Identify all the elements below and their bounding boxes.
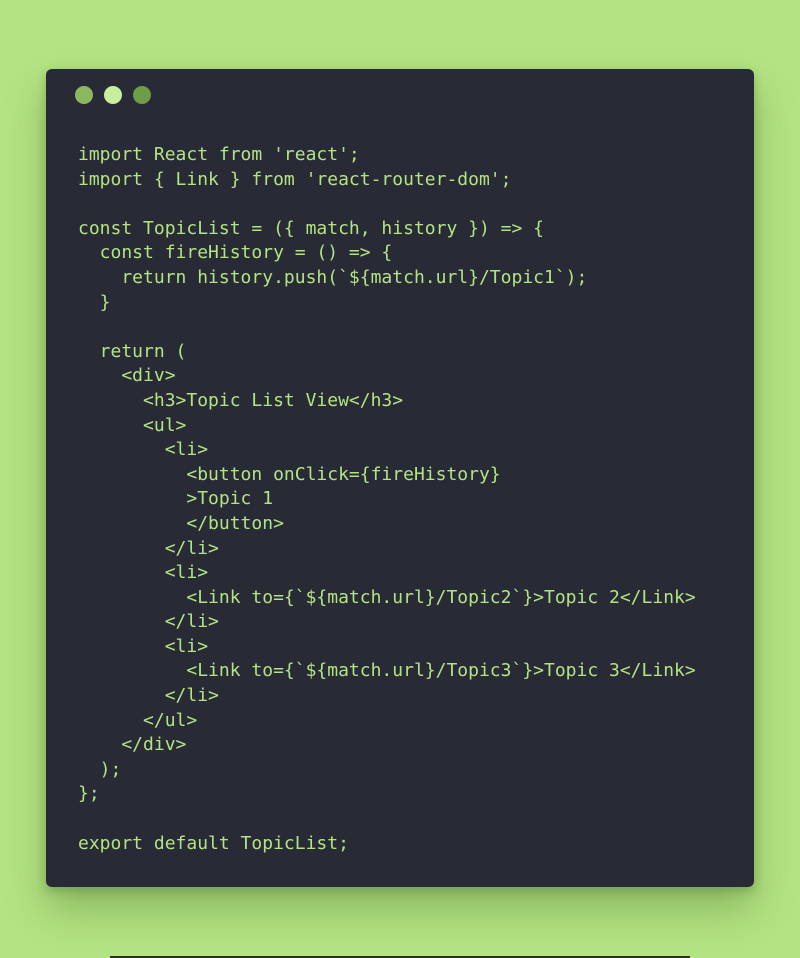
code-line: <Link to={`${match.url}/Topic2`}>Topic 2…	[78, 586, 696, 608]
code-line: <ul>	[78, 414, 187, 436]
code-line: const TopicList = ({ match, history }) =…	[78, 217, 544, 239]
code-line: <h3>Topic List View</h3>	[78, 389, 404, 411]
code-line: </li>	[78, 611, 219, 633]
window-controls	[75, 86, 151, 104]
code-line: }	[78, 291, 111, 313]
code-line: const fireHistory = () => {	[78, 242, 393, 264]
code-line: export default TopicList;	[78, 832, 349, 854]
code-line: return (	[78, 340, 187, 362]
code-line: </ul>	[78, 709, 198, 731]
code-line: <div>	[78, 365, 176, 387]
code-line: );	[78, 758, 122, 780]
code-line: <Link to={`${match.url}/Topic3`}>Topic 3…	[78, 660, 696, 682]
maximize-dot-icon[interactable]	[133, 86, 151, 104]
code-line: <button onClick={fireHistory}	[78, 463, 501, 485]
code-line: </li>	[78, 537, 219, 559]
code-block: import React from 'react'; import { Link …	[78, 143, 696, 856]
code-line: <li>	[78, 562, 209, 584]
code-line: </button>	[78, 512, 284, 534]
code-line: import { Link } from 'react-router-dom';	[78, 168, 512, 190]
code-line: import React from 'react';	[78, 144, 360, 165]
code-line: </li>	[78, 685, 219, 707]
code-line: <li>	[78, 439, 209, 461]
minimize-dot-icon[interactable]	[104, 86, 122, 104]
code-line: </div>	[78, 734, 187, 756]
code-line: >Topic 1	[78, 488, 274, 510]
close-dot-icon[interactable]	[75, 86, 93, 104]
code-line: };	[78, 783, 100, 805]
code-window: import React from 'react'; import { Link …	[46, 69, 754, 887]
code-line: return history.push(`${match.url}/Topic1…	[78, 266, 588, 288]
code-line: <li>	[78, 635, 209, 657]
